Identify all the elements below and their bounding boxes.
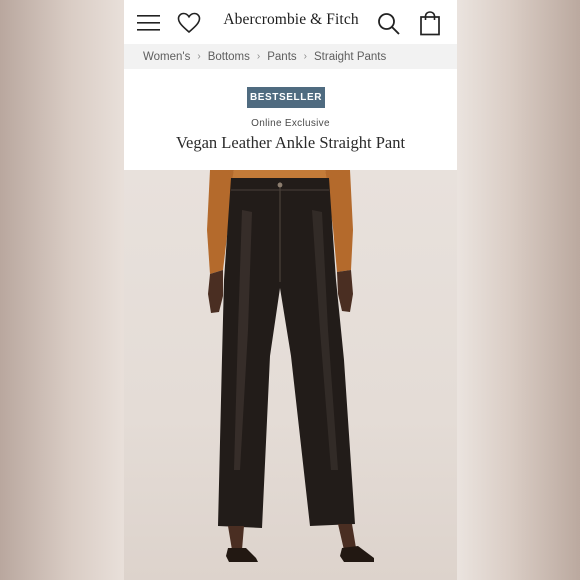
top-navigation-bar: Abercrombie & Fitch [124,0,457,46]
search-icon[interactable] [377,12,401,36]
shopping-bag-icon[interactable] [419,11,441,36]
availability-label: Online Exclusive [251,118,330,129]
product-photo-illustration [207,170,374,562]
chevron-right-icon: › [197,51,201,62]
brand-logo[interactable]: Abercrombie & Fitch [220,11,362,29]
breadcrumb-pants[interactable]: Pants [267,51,296,63]
product-image[interactable] [124,170,457,580]
left-ankle [228,526,244,550]
breadcrumb-bottoms[interactable]: Bottoms [208,51,250,63]
menu-icon[interactable] [137,13,161,33]
product-title: Vegan Leather Ankle Straight Pant [175,133,406,152]
product-page: Abercrombie & Fitch Women's › Bottoms › … [124,0,457,580]
breadcrumb-womens[interactable]: Women's [143,51,190,63]
chevron-right-icon: › [256,51,261,62]
left-hand [208,270,223,313]
breadcrumb: Women's › Bottoms › Pants › Straight Pan… [124,44,457,69]
left-shoe [226,548,258,562]
chevron-right-icon: › [303,51,307,62]
bestseller-badge: BESTSELLER [247,87,325,108]
breadcrumb-straight-pants[interactable]: Straight Pants [314,51,386,63]
product-heading: BESTSELLER Online Exclusive Vegan Leathe… [124,69,457,170]
right-hand [337,270,353,312]
heart-icon[interactable] [177,12,201,34]
right-shoe [340,546,374,562]
right-ankle [338,524,356,550]
